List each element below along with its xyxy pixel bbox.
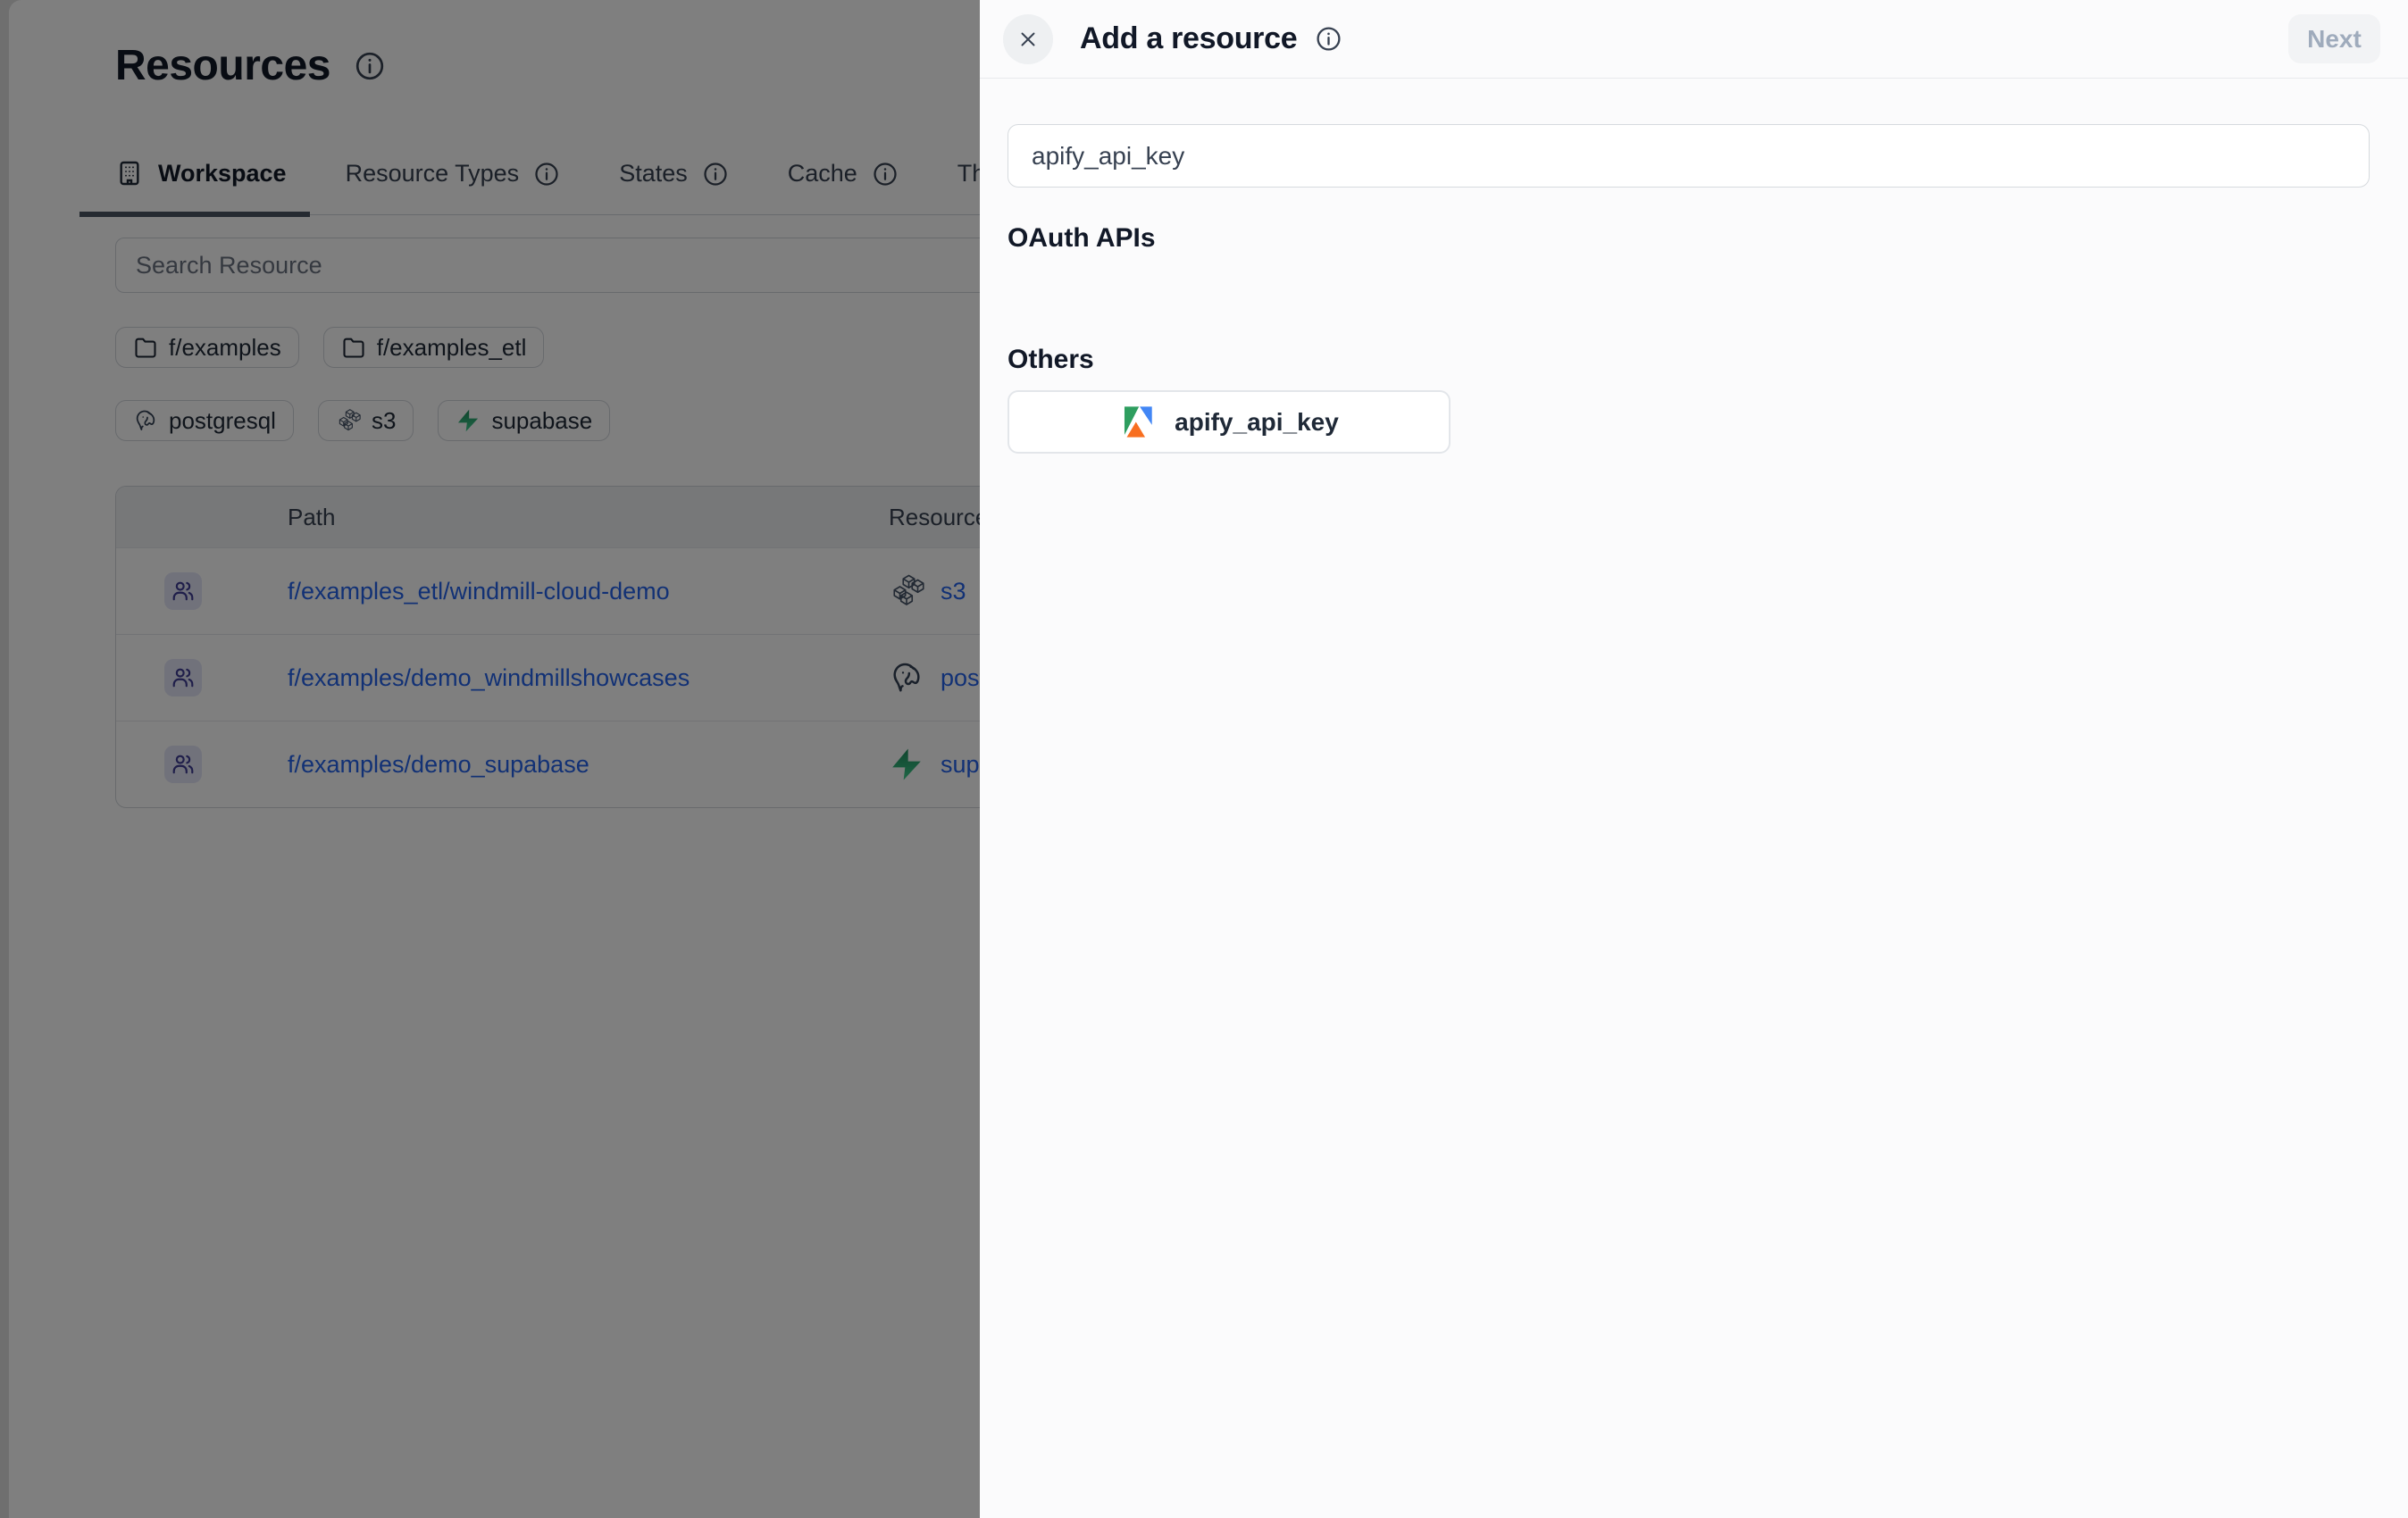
modal-overlay[interactable] xyxy=(0,0,980,1518)
drawer-body: OAuth APIs Others apify_api_key xyxy=(980,79,2408,454)
apify-logo-icon xyxy=(1119,404,1156,440)
info-icon[interactable] xyxy=(1315,25,1342,53)
section-others: Others xyxy=(1008,345,2370,375)
section-oauth-apis: OAuth APIs xyxy=(1008,223,2370,254)
drawer-header: Add a resource Next xyxy=(980,0,2408,79)
close-icon xyxy=(1016,28,1040,51)
card-label: apify_api_key xyxy=(1175,408,1339,437)
resource-type-card-apify[interactable]: apify_api_key xyxy=(1008,390,1451,454)
drawer-title: Add a resource xyxy=(1080,21,1297,56)
resource-type-search-input[interactable] xyxy=(1008,124,2370,188)
add-resource-drawer: Add a resource Next OAuth APIs Others ap… xyxy=(980,0,2408,1518)
close-button[interactable] xyxy=(1003,14,1053,64)
next-button[interactable]: Next xyxy=(2288,14,2380,63)
